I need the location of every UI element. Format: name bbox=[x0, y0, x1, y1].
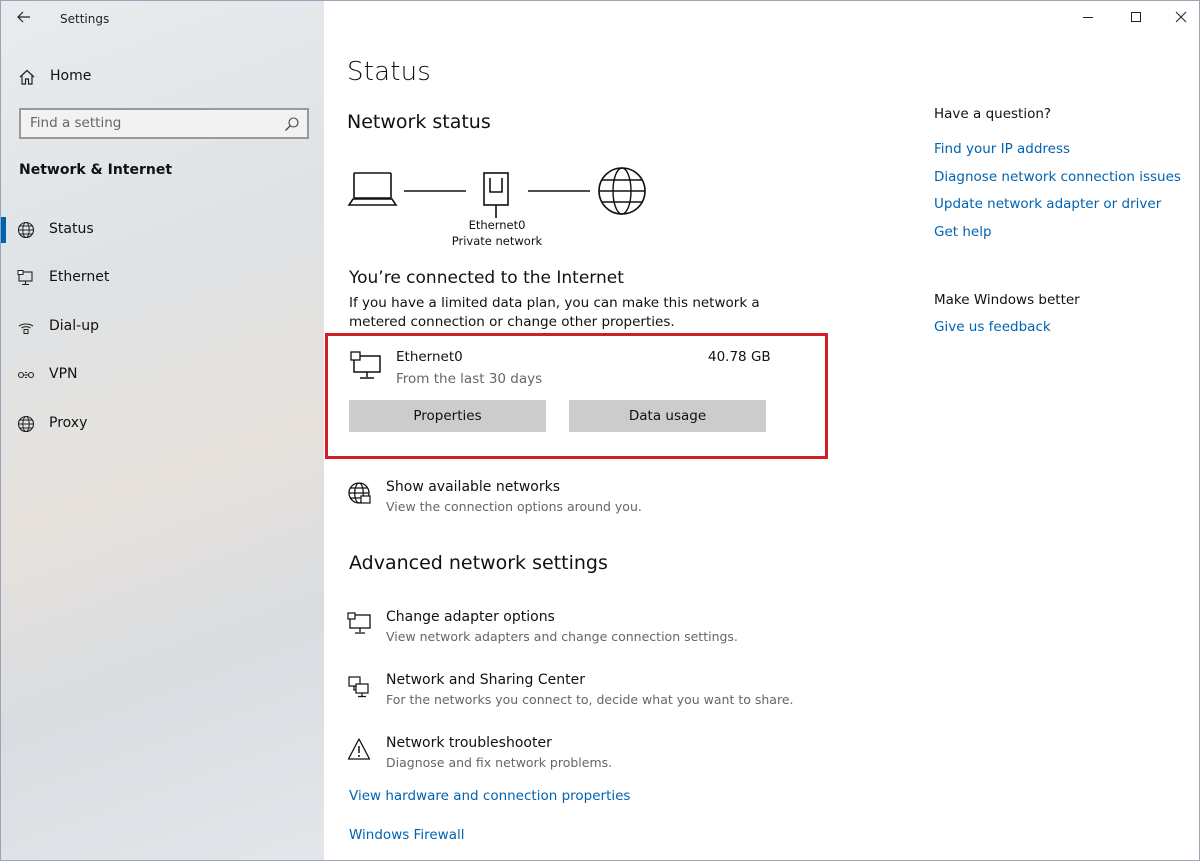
properties-button[interactable]: Properties bbox=[349, 400, 546, 432]
sidebar-section-title: Network & Internet bbox=[19, 162, 173, 178]
warning-icon bbox=[347, 738, 371, 760]
network-and-sharing-center[interactable]: Network and Sharing Center For the netwo… bbox=[347, 672, 807, 716]
connection-period: From the last 30 days bbox=[396, 371, 543, 387]
sidebar-item-vpn[interactable]: VPN bbox=[1, 356, 324, 394]
globe-icon bbox=[17, 415, 35, 433]
vpn-icon bbox=[17, 371, 35, 379]
sidebar-item-label: VPN bbox=[49, 366, 78, 382]
better-heading: Make Windows better bbox=[934, 292, 1080, 308]
option-title: Network troubleshooter bbox=[386, 735, 552, 751]
search-input[interactable]: Find a setting bbox=[19, 108, 309, 139]
sidebar-item-proxy[interactable]: Proxy bbox=[1, 405, 324, 443]
option-subtitle: View the connection options around you. bbox=[386, 499, 642, 514]
network-status-heading: Network status bbox=[347, 111, 491, 133]
minimize-icon bbox=[1083, 17, 1093, 18]
ethernet-icon bbox=[17, 270, 33, 286]
minimize-button[interactable] bbox=[1065, 1, 1111, 33]
windows-firewall-link[interactable]: Windows Firewall bbox=[349, 827, 464, 843]
close-icon bbox=[1175, 11, 1187, 23]
maximize-icon bbox=[1131, 12, 1141, 22]
home-label: Home bbox=[50, 68, 92, 84]
option-title: Network and Sharing Center bbox=[386, 672, 586, 688]
dialup-icon bbox=[18, 323, 34, 334]
maximize-button[interactable] bbox=[1113, 1, 1159, 33]
option-title: Show available networks bbox=[386, 479, 561, 495]
change-adapter-options[interactable]: Change adapter options View network adap… bbox=[347, 609, 807, 653]
main-content: Status Network status Ethernet0 Private … bbox=[324, 1, 1199, 860]
back-button[interactable] bbox=[7, 3, 41, 31]
globe-network-icon bbox=[348, 482, 371, 504]
find-ip-link[interactable]: Find your IP address bbox=[934, 141, 1070, 157]
option-subtitle: Diagnose and fix network problems. bbox=[386, 755, 613, 770]
internet-globe-icon bbox=[598, 167, 646, 215]
diagram-adapter-label: Ethernet0 bbox=[468, 218, 526, 232]
selected-indicator bbox=[1, 217, 6, 243]
settings-window: Settings Home Find a setting Network & I… bbox=[0, 0, 1200, 861]
sidebar-item-label: Dial-up bbox=[49, 318, 99, 334]
diagnose-link[interactable]: Diagnose network connection issues bbox=[934, 169, 1181, 185]
network-troubleshooter[interactable]: Network troubleshooter Diagnose and fix … bbox=[347, 735, 807, 779]
page-title: Status bbox=[347, 57, 432, 87]
app-title: Settings bbox=[60, 12, 110, 26]
connected-description: If you have a limited data plan, you can… bbox=[349, 295, 760, 330]
diagram-network-type-label: Private network bbox=[451, 234, 543, 248]
sidebar-item-label: Ethernet bbox=[49, 269, 110, 285]
feedback-link[interactable]: Give us feedback bbox=[934, 319, 1051, 335]
sidebar-item-status[interactable]: Status bbox=[1, 211, 324, 249]
ethernet-connection-icon bbox=[350, 351, 381, 379]
globe-icon bbox=[17, 221, 35, 239]
connected-heading: You’re connected to the Internet bbox=[349, 268, 624, 288]
ethernet-port-icon bbox=[483, 172, 509, 218]
adapter-icon bbox=[347, 612, 371, 634]
search-placeholder: Find a setting bbox=[30, 115, 122, 131]
back-arrow-icon bbox=[17, 11, 30, 23]
sharing-center-icon bbox=[348, 676, 369, 698]
option-subtitle: View network adapters and change connect… bbox=[386, 629, 738, 644]
sidebar: Settings Home Find a setting Network & I… bbox=[1, 1, 324, 860]
sidebar-item-dialup[interactable]: Dial-up bbox=[1, 308, 324, 346]
connection-usage: 40.78 GB bbox=[708, 349, 771, 365]
view-hardware-link[interactable]: View hardware and connection properties bbox=[349, 788, 630, 804]
laptop-icon bbox=[347, 172, 398, 206]
connection-name: Ethernet0 bbox=[396, 349, 463, 365]
close-button[interactable] bbox=[1158, 1, 1199, 33]
sidebar-item-label: Proxy bbox=[49, 415, 88, 431]
sidebar-item-label: Status bbox=[49, 221, 94, 237]
home-icon bbox=[19, 69, 35, 85]
home-nav[interactable]: Home bbox=[1, 61, 324, 93]
get-help-link[interactable]: Get help bbox=[934, 224, 992, 240]
option-title: Change adapter options bbox=[386, 609, 555, 625]
data-usage-button[interactable]: Data usage bbox=[569, 400, 766, 432]
search-icon[interactable] bbox=[284, 116, 300, 132]
show-available-networks[interactable]: Show available networks View the connect… bbox=[347, 479, 807, 523]
question-heading: Have a question? bbox=[934, 106, 1052, 122]
update-adapter-link[interactable]: Update network adapter or driver bbox=[934, 196, 1161, 212]
advanced-heading: Advanced network settings bbox=[349, 552, 608, 574]
option-subtitle: For the networks you connect to, decide … bbox=[386, 692, 794, 707]
title-bar: Settings bbox=[1, 1, 324, 37]
sidebar-item-ethernet[interactable]: Ethernet bbox=[1, 259, 324, 297]
